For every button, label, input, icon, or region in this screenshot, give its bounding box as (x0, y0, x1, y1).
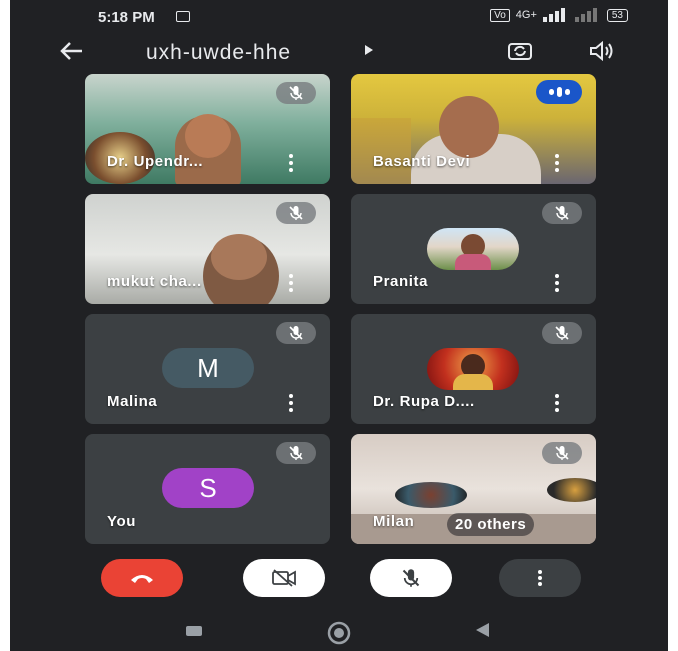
participant-name: Pranita (373, 273, 429, 290)
participant-name: Dr. Upendr... (107, 153, 204, 170)
more-vert-icon[interactable] (288, 394, 294, 412)
mic-off-icon (276, 202, 316, 224)
cast-icon (176, 11, 190, 22)
signal-2-icon (574, 8, 597, 22)
participant-face (185, 114, 231, 158)
more-vert-icon[interactable] (554, 394, 560, 412)
signal-icon (542, 8, 565, 22)
avatar: M (162, 348, 254, 388)
nav-back-icon[interactable] (476, 623, 489, 637)
meeting-code[interactable]: uxh-uwde-hhe (146, 41, 291, 65)
participant-tile[interactable]: M Malina (85, 314, 330, 424)
mic-off-icon (542, 322, 582, 344)
phone-screen: 5:18 PM Vo 4G+ 53 uxh-uwde-hhe Dr. Upend… (10, 0, 668, 651)
participant-tile-others[interactable]: Milan 20 others (351, 434, 596, 544)
participant-tile[interactable]: Basanti Devi (351, 74, 596, 184)
avatar (427, 348, 519, 390)
back-arrow-icon[interactable] (56, 36, 86, 66)
network-type: 4G+ (515, 9, 537, 21)
mic-off-icon (402, 569, 420, 587)
mic-off-icon (276, 82, 316, 104)
avatar (427, 228, 519, 270)
camera-toggle-button[interactable] (243, 559, 325, 597)
participant-name: Milan (373, 513, 415, 530)
switch-camera-icon[interactable] (504, 38, 536, 64)
speaking-indicator-icon (536, 80, 582, 104)
status-bar: 5:18 PM Vo 4G+ 53 (10, 0, 668, 32)
background-decoration (351, 118, 411, 184)
participant-tile[interactable]: Dr. Rupa D.... (351, 314, 596, 424)
more-options-button[interactable] (499, 559, 581, 597)
mic-toggle-button[interactable] (370, 559, 452, 597)
video-off-icon (272, 569, 296, 587)
system-nav-bar (10, 610, 668, 651)
end-call-icon (131, 575, 153, 583)
volte-icon: Vo (490, 8, 510, 22)
more-vert-icon[interactable] (554, 154, 560, 172)
mic-off-icon (276, 442, 316, 464)
avatar: S (162, 468, 254, 508)
speaker-icon[interactable] (586, 38, 618, 64)
participant-tile[interactable]: Dr. Upendr... (85, 74, 330, 184)
participant-name: You (107, 513, 137, 530)
participant-tile[interactable]: Pranita (351, 194, 596, 304)
recents-icon[interactable] (186, 626, 202, 636)
participant-name: Dr. Rupa D.... (373, 393, 475, 410)
status-time: 5:18 PM (98, 9, 155, 26)
participant-face (439, 96, 499, 158)
more-vert-icon[interactable] (288, 154, 294, 172)
more-vert-icon (538, 570, 542, 586)
battery-icon: 53 (606, 8, 628, 22)
more-vert-icon[interactable] (288, 274, 294, 292)
mic-off-icon (542, 202, 582, 224)
participant-name: mukut cha... (107, 273, 202, 290)
mic-off-icon (276, 322, 316, 344)
background-decoration (547, 478, 596, 502)
participant-name: Malina (107, 393, 158, 410)
mic-off-icon (542, 442, 582, 464)
call-controls (10, 559, 668, 601)
background-decoration (395, 482, 467, 508)
participant-name: Basanti Devi (373, 153, 471, 170)
home-icon[interactable] (327, 621, 351, 645)
participant-tile[interactable]: mukut cha... (85, 194, 330, 304)
play-arrow-icon[interactable] (364, 44, 374, 56)
more-vert-icon[interactable] (554, 274, 560, 292)
meeting-header: uxh-uwde-hhe (10, 32, 668, 72)
others-count[interactable]: 20 others (447, 513, 535, 536)
participant-face (211, 234, 267, 280)
status-icons: Vo 4G+ 53 (490, 8, 628, 22)
participant-tile-self[interactable]: S You (85, 434, 330, 544)
end-call-button[interactable] (101, 559, 183, 597)
